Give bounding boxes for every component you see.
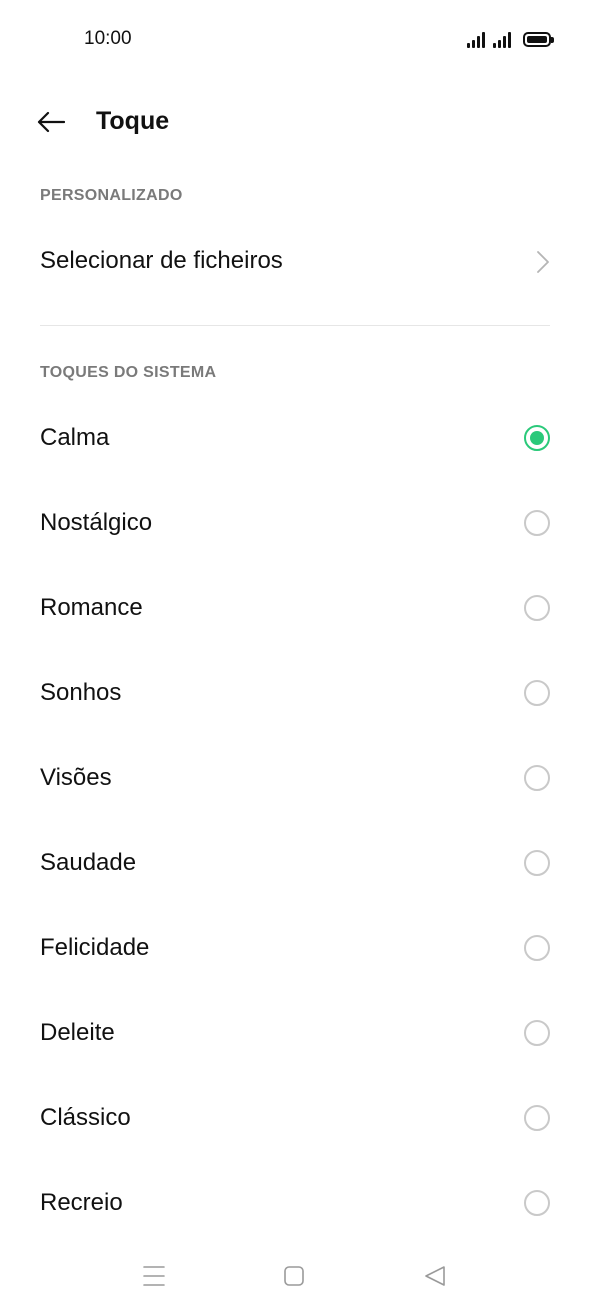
back-button[interactable] bbox=[26, 98, 76, 146]
radio-button[interactable] bbox=[524, 425, 550, 451]
ringtone-label: Calma bbox=[40, 424, 110, 451]
signal-icon bbox=[467, 30, 485, 48]
ringtone-screen: 10:00 Toque PERSONALIZADO Selecionar de … bbox=[0, 0, 589, 1309]
navigation-bar bbox=[0, 1240, 589, 1309]
ringtone-list: Calma Nostálgico Romance Sonhos Visões S… bbox=[0, 395, 589, 1245]
radio-button[interactable] bbox=[524, 595, 550, 621]
home-button[interactable] bbox=[276, 1258, 312, 1294]
app-header: Toque bbox=[0, 90, 589, 154]
ringtone-item[interactable]: Romance bbox=[0, 565, 589, 650]
radio-button[interactable] bbox=[524, 850, 550, 876]
ringtone-label: Saudade bbox=[40, 849, 137, 876]
divider bbox=[40, 325, 550, 326]
radio-button[interactable] bbox=[524, 680, 550, 706]
home-icon bbox=[284, 1266, 304, 1286]
select-from-files-label: Selecionar de ficheiros bbox=[40, 247, 283, 274]
ringtone-label: Romance bbox=[40, 594, 143, 621]
ringtone-label: Deleite bbox=[40, 1019, 115, 1046]
ringtone-item[interactable]: Calma bbox=[0, 395, 589, 480]
ringtone-item[interactable]: Felicidade bbox=[0, 905, 589, 990]
status-icons bbox=[467, 28, 554, 48]
status-bar: 10:00 bbox=[0, 0, 589, 78]
page-title: Toque bbox=[96, 107, 170, 135]
select-from-files-row[interactable]: Selecionar de ficheiros bbox=[0, 222, 589, 302]
radio-button[interactable] bbox=[524, 1190, 550, 1216]
ringtone-label: Nostálgico bbox=[40, 509, 153, 536]
ringtone-item[interactable]: Recreio bbox=[0, 1160, 589, 1245]
section-label-system: TOQUES DO SISTEMA bbox=[40, 364, 217, 381]
radio-button[interactable] bbox=[524, 1105, 550, 1131]
ringtone-label: Recreio bbox=[40, 1189, 123, 1216]
back-nav-button[interactable] bbox=[417, 1258, 453, 1294]
ringtone-item[interactable]: Saudade bbox=[0, 820, 589, 905]
ringtone-item[interactable]: Deleite bbox=[0, 990, 589, 1075]
ringtone-label: Visões bbox=[40, 764, 112, 791]
back-arrow-icon bbox=[37, 111, 65, 133]
signal-icon bbox=[493, 30, 511, 48]
radio-button[interactable] bbox=[524, 765, 550, 791]
ringtone-item[interactable]: Sonhos bbox=[0, 650, 589, 735]
ringtone-label: Felicidade bbox=[40, 934, 150, 961]
section-label-custom: PERSONALIZADO bbox=[40, 187, 183, 204]
ringtone-label: Clássico bbox=[40, 1104, 131, 1131]
ringtone-label: Sonhos bbox=[40, 679, 122, 706]
radio-button[interactable] bbox=[524, 510, 550, 536]
chevron-right-icon bbox=[537, 251, 549, 273]
back-triangle-icon bbox=[425, 1266, 445, 1286]
battery-icon bbox=[523, 32, 554, 47]
radio-button[interactable] bbox=[524, 935, 550, 961]
status-time: 10:00 bbox=[84, 28, 132, 49]
radio-button[interactable] bbox=[524, 1020, 550, 1046]
menu-button[interactable] bbox=[136, 1258, 172, 1294]
ringtone-item[interactable]: Visões bbox=[0, 735, 589, 820]
ringtone-item[interactable]: Nostálgico bbox=[0, 480, 589, 565]
menu-icon bbox=[143, 1266, 165, 1286]
ringtone-item[interactable]: Clássico bbox=[0, 1075, 589, 1160]
